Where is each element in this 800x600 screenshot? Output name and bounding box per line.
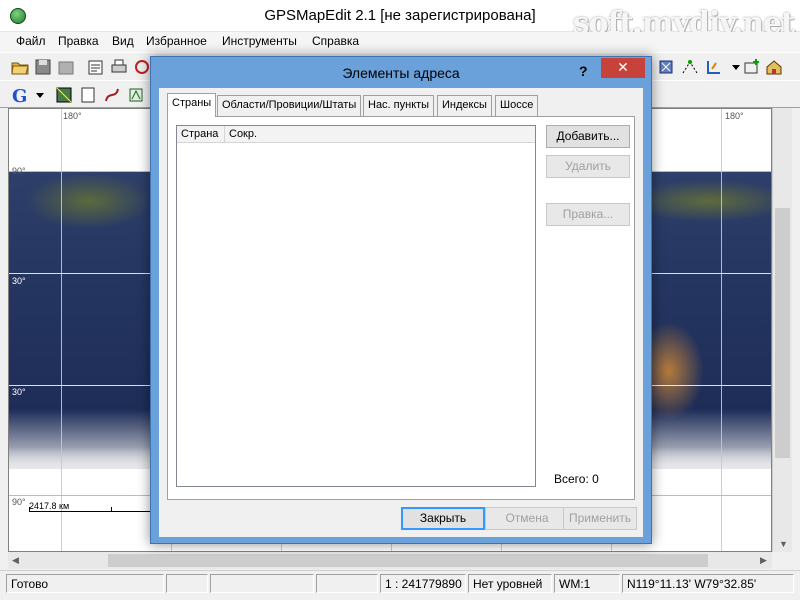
close-icon[interactable]: ✕ [601,58,645,78]
menu-bar: Файл Правка Вид Избранное Инструменты Сп… [0,32,800,52]
column-country[interactable]: Страна [177,126,225,143]
dialog-body: Страны Области/Провиции/Штаты Нас. пункт… [159,88,643,537]
status-levels: Нет уровней [468,574,552,593]
tab-panel-countries: Страна Сокр. Добавить... Удалить Правка.… [167,116,635,500]
open-icon[interactable] [10,57,30,77]
scroll-down-arrow-icon[interactable]: ▼ [779,539,788,549]
cancel-button[interactable]: Отмена [485,507,569,530]
app-titlebar: GPSMapEdit 2.1 [не зарегистрирована] sof… [0,0,800,41]
dialog-titlebar[interactable]: Элементы адреса ? ✕ [151,57,651,87]
save-disabled-icon[interactable] [56,57,76,77]
vscroll-thumb[interactable] [775,208,790,458]
countries-list[interactable]: Страна Сокр. [176,125,536,487]
properties-icon[interactable] [86,57,106,77]
column-abbr[interactable]: Сокр. [225,126,535,143]
status-wm: WM:1 [554,574,620,593]
tab-countries[interactable]: Страны [167,93,217,117]
total-count: Всего: 0 [554,472,599,486]
dialog-title: Элементы адреса [342,65,460,81]
tool-icon[interactable] [132,57,152,77]
route-icon[interactable] [102,85,122,105]
image-icon[interactable] [54,85,74,105]
apply-button[interactable]: Применить [563,507,637,530]
menu-file[interactable]: Файл [16,34,46,48]
grid-meridian [721,109,722,551]
map-vertical-scrollbar[interactable]: ▼ [772,108,792,552]
tab-cities[interactable]: Нас. пункты [363,95,435,116]
scale-tick [111,507,112,512]
grid-meridian [61,109,62,551]
menu-edit[interactable]: Правка [58,34,99,48]
scroll-left-arrow-icon[interactable]: ◀ [12,555,19,566]
help-icon[interactable]: ? [579,63,588,79]
lon-label: 180° [725,111,744,121]
waypoint-icon[interactable] [704,57,724,77]
dropdown-arrow-icon[interactable] [30,85,44,105]
lon-label: 180° [63,111,82,121]
hscroll-thumb[interactable] [108,554,708,567]
edit-button[interactable]: Правка... [546,203,630,226]
tracks-icon[interactable] [126,85,146,105]
address-elements-dialog: Элементы адреса ? ✕ Страны Области/Прови… [150,56,652,544]
print-icon[interactable] [109,57,129,77]
close-button[interactable]: Закрыть [401,507,485,530]
dotted-line-icon[interactable] [680,57,700,77]
tab-zip-codes[interactable]: Индексы [437,95,492,116]
menu-view[interactable]: Вид [112,34,134,48]
list-header: Страна Сокр. [177,126,535,143]
menu-tools[interactable]: Инструменты [222,34,297,48]
delete-button[interactable]: Удалить [546,155,630,178]
lat-label: 30° [12,387,26,397]
scale-label: 2417.8 км [29,501,70,511]
add-button[interactable]: Добавить... [546,125,630,148]
status-empty-2 [210,574,314,593]
shield-icon[interactable] [656,57,676,77]
save-icon[interactable] [33,57,53,77]
status-bar: Готово 1 : 241779890 Нет уровней WM:1 N1… [0,570,800,600]
lat-label: 30° [12,276,26,286]
menu-help[interactable]: Справка [312,34,359,48]
status-empty-1 [166,574,208,593]
tab-regions[interactable]: Области/Провиции/Штаты [217,95,362,116]
google-icon[interactable]: G [10,85,30,105]
lat-label: 90° [12,166,26,176]
status-coords: N119°11.13' W79°32.85' [622,574,794,593]
map-horizontal-scrollbar[interactable]: ◀ ▶ [8,552,772,569]
tab-highways[interactable]: Шоссе [495,95,539,116]
add-layer-icon[interactable] [742,57,762,77]
status-scale: 1 : 241779890 [380,574,466,593]
building-icon[interactable] [764,57,784,77]
blank-page-icon[interactable] [78,85,98,105]
lat-label: 90° [12,497,26,507]
status-empty-3 [316,574,378,593]
menu-favorites[interactable]: Избранное [146,34,207,48]
scale-tick [29,507,30,512]
status-ready: Готово [6,574,164,593]
scroll-right-arrow-icon[interactable]: ▶ [760,555,767,566]
svg-text:G: G [12,86,27,105]
